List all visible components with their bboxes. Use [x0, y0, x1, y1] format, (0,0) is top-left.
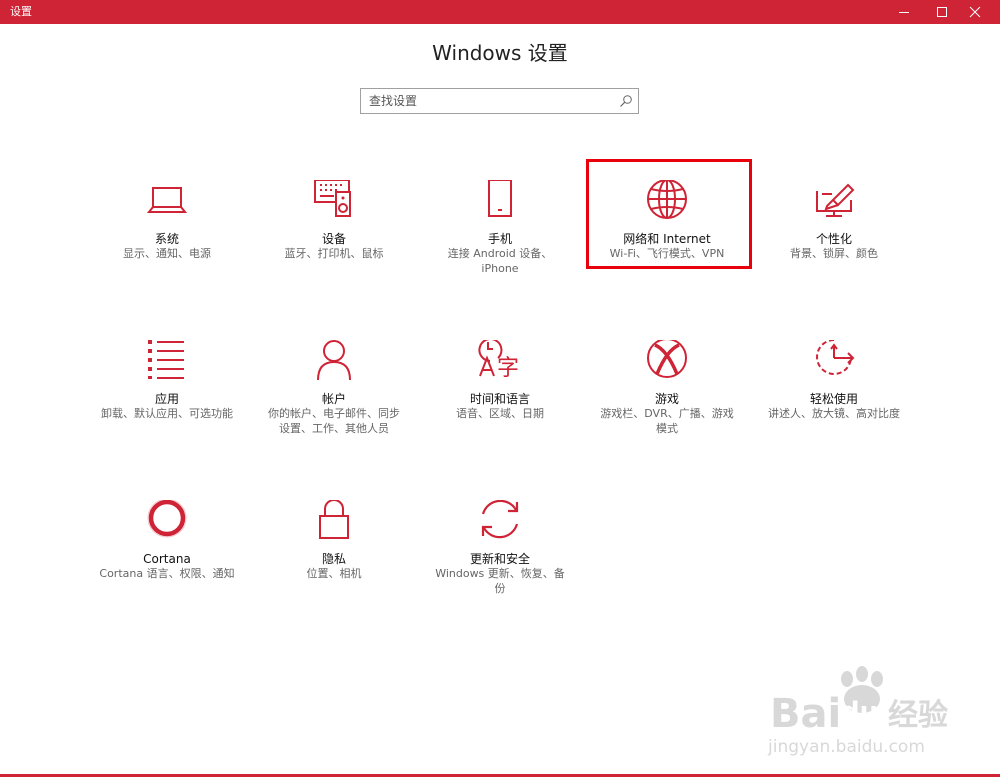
apps-list-icon: [143, 340, 191, 388]
tile-ease-of-access[interactable]: 轻松使用 讲述人、放大镜、高对比度: [759, 340, 909, 420]
maximize-icon: [937, 7, 947, 17]
tile-label: Cortana: [143, 552, 191, 566]
tile-label: 帐户: [321, 392, 346, 406]
tile-description: 背景、锁屏、颜色: [790, 247, 878, 260]
highlight-frame: [586, 159, 752, 269]
time-language-icon: 字: [476, 340, 524, 388]
tile-update-security[interactable]: 更新和安全 Windows 更新、恢复、备份: [425, 500, 575, 595]
tile-apps[interactable]: 应用 卸载、默认应用、可选功能: [92, 340, 242, 420]
watermark-brand: Bai: [770, 691, 841, 737]
watermark-brand-cn: 经验: [888, 698, 948, 733]
tile-label: 系统: [154, 232, 179, 246]
tile-description: 语音、区域、日期: [456, 407, 544, 420]
tile-description: 显示、通知、电源: [123, 247, 211, 260]
page-title: Windows 设置: [432, 41, 568, 65]
tile-phone[interactable]: 手机 连接 Android 设备、iPhone: [425, 180, 575, 275]
tile-system[interactable]: 系统 显示、通知、电源: [92, 180, 242, 260]
tile-gaming[interactable]: 游戏 游戏栏、DVR、广播、游戏模式: [592, 340, 742, 435]
laptop-icon: [143, 180, 191, 228]
tile-label: 轻松使用: [809, 392, 858, 406]
tile-devices[interactable]: 设备 蓝牙、打印机、鼠标: [259, 180, 409, 260]
tile-description: 蓝牙、打印机、鼠标: [284, 247, 384, 260]
tile-description: Cortana 语言、权限、通知: [99, 567, 235, 580]
ease-of-access-icon: [810, 340, 858, 388]
sync-icon: [476, 500, 524, 548]
tile-description: 讲述人、放大镜、高对比度: [768, 407, 900, 420]
tile-label: 更新和安全: [469, 552, 530, 566]
tile-description: 游戏栏、DVR、广播、游戏模式: [600, 407, 734, 435]
keyboard-speaker-icon: [310, 180, 358, 228]
tile-label: 个性化: [815, 232, 852, 246]
tile-accounts[interactable]: 帐户 你的帐户、电子邮件、同步设置、工作、其他人员: [259, 340, 409, 435]
person-icon: [310, 340, 358, 388]
tile-privacy[interactable]: 隐私 位置、相机: [259, 500, 409, 580]
watermark-brand-mid: du: [841, 697, 878, 727]
tile-label: 手机: [487, 232, 512, 246]
search-input[interactable]: [361, 89, 611, 113]
close-button[interactable]: [958, 0, 992, 24]
tile-cortana[interactable]: Cortana Cortana 语言、权限、通知: [92, 500, 242, 580]
minimize-button[interactable]: [887, 0, 921, 24]
watermark-url: jingyan.baidu.com: [767, 737, 925, 757]
tile-label: 时间和语言: [469, 392, 530, 406]
cortana-icon: [143, 500, 191, 548]
tile-description: 连接 Android 设备、iPhone: [447, 247, 553, 275]
maximize-button[interactable]: [925, 0, 959, 24]
tile-label: 应用: [154, 392, 179, 406]
xbox-icon: [643, 340, 691, 388]
close-icon: [969, 6, 981, 18]
tile-description: 位置、相机: [306, 567, 362, 580]
search-icon[interactable]: [619, 94, 633, 108]
tile-description: Windows 更新、恢复、备份: [435, 567, 565, 595]
svg-text:字: 字: [497, 356, 519, 381]
window-title: 设置: [10, 5, 32, 18]
tile-label: 设备: [321, 232, 346, 246]
search-box[interactable]: [360, 88, 639, 114]
baidu-watermark: Bai du 经验 jingyan.baidu.com: [760, 665, 960, 760]
tile-time-language[interactable]: 字 时间和语言 语音、区域、日期: [425, 340, 575, 420]
tile-personalization[interactable]: 个性化 背景、锁屏、颜色: [759, 180, 909, 260]
lock-icon: [310, 500, 358, 548]
title-bar: 设置: [0, 0, 1000, 24]
tile-description: 你的帐户、电子邮件、同步设置、工作、其他人员: [268, 407, 400, 435]
paint-brush-icon: [810, 180, 858, 228]
tile-label: 游戏: [654, 392, 679, 406]
tile-description: 卸载、默认应用、可选功能: [101, 407, 233, 420]
minimize-icon: [899, 12, 909, 13]
tile-label: 隐私: [321, 552, 346, 566]
phone-icon: [476, 180, 524, 228]
